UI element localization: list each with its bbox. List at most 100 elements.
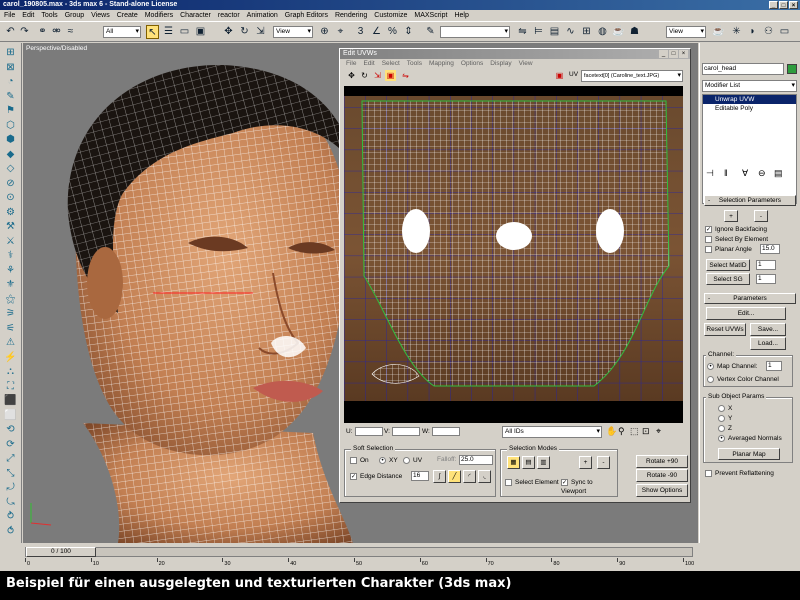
- menu-edit[interactable]: Edit: [22, 10, 34, 21]
- uvw-menu-mapping[interactable]: Mapping: [429, 59, 454, 69]
- left-tool-icon[interactable]: ⊞: [3, 46, 18, 60]
- unlink-icon[interactable]: ⚮: [50, 25, 63, 39]
- left-tool-icon[interactable]: ⚝: [3, 293, 18, 307]
- edge-distance-input[interactable]: 16: [411, 471, 429, 481]
- planar-map-button[interactable]: Planar Map: [718, 448, 780, 460]
- time-track[interactable]: [25, 547, 693, 557]
- ref-coord-dropdown[interactable]: View: [273, 26, 313, 38]
- vertex-color-channel-radio[interactable]: Vertex Color Channel: [707, 375, 779, 384]
- left-tool-icon[interactable]: ⊙: [3, 191, 18, 205]
- prevent-reflattening-checkbox[interactable]: Prevent Reflattening: [705, 469, 774, 478]
- left-tool-icon[interactable]: ⚠: [3, 336, 18, 350]
- uvw-menu-file[interactable]: File: [346, 59, 356, 69]
- percent-snap-icon[interactable]: %: [386, 25, 399, 39]
- pin-stack-icon[interactable]: ⊣: [706, 168, 714, 179]
- shrink-button[interactable]: -: [754, 210, 768, 222]
- xy-radio[interactable]: • XY: [379, 456, 398, 465]
- averaged-normals-radio[interactable]: • Averaged Normals: [718, 434, 782, 443]
- pivot-icon[interactable]: ⊕: [318, 25, 331, 39]
- viewport-label[interactable]: Perspective/Disabled: [26, 45, 87, 52]
- move-icon[interactable]: ✥: [222, 25, 235, 39]
- select-object-icon[interactable]: ↖: [146, 25, 159, 39]
- uvw-minimize-button[interactable]: _: [659, 50, 668, 58]
- uvw-scale-icon[interactable]: ⇲: [372, 70, 383, 81]
- configure-modifier-sets-icon[interactable]: ▤: [774, 168, 783, 179]
- map-channel-radio[interactable]: • Map Channel:: [707, 362, 757, 371]
- w-input[interactable]: [431, 427, 460, 436]
- axis-x-radio[interactable]: X: [718, 404, 732, 413]
- uvw-close-button[interactable]: ×: [679, 50, 688, 58]
- edge-distance-checkbox[interactable]: ✓ Edge Distance: [350, 472, 402, 481]
- left-tool-icon[interactable]: ⛶: [3, 380, 18, 394]
- rotate-icon[interactable]: ↻: [238, 25, 251, 39]
- select-by-element-checkbox[interactable]: Select By Element: [705, 235, 768, 244]
- left-tool-icon[interactable]: ⟲: [3, 423, 18, 437]
- left-tool-icon[interactable]: ⚕: [3, 249, 18, 263]
- grow-selection-button[interactable]: +: [579, 456, 592, 469]
- grow-button[interactable]: +: [724, 210, 738, 222]
- id-filter-dropdown[interactable]: All IDs: [502, 426, 602, 438]
- left-tool-icon[interactable]: ⬢: [3, 133, 18, 147]
- face-mode-button[interactable]: ▥: [537, 456, 550, 469]
- menu-create[interactable]: Create: [117, 10, 138, 21]
- edge-mode-button[interactable]: ▤: [522, 456, 535, 469]
- undo-icon[interactable]: ↶: [4, 25, 17, 39]
- uvw-menu-select[interactable]: Select: [382, 59, 400, 69]
- object-color-swatch[interactable]: [787, 64, 797, 74]
- rotate-plus-90-button[interactable]: Rotate +90: [636, 455, 688, 468]
- menu-file[interactable]: File: [4, 10, 15, 21]
- close-button[interactable]: ×: [789, 1, 798, 9]
- falloff-input[interactable]: 25.0: [459, 455, 493, 465]
- show-end-result-icon[interactable]: ‖: [724, 168, 728, 178]
- modifier-stack[interactable]: Unwrap UVW Editable Poly: [702, 94, 797, 204]
- left-tool-icon[interactable]: ⛬: [3, 365, 18, 379]
- left-tool-icon[interactable]: ⟳: [3, 438, 18, 452]
- left-tool-icon[interactable]: ⚜: [3, 278, 18, 292]
- left-tool-icon[interactable]: ⚘: [3, 264, 18, 278]
- object-name-input[interactable]: carol_head: [702, 63, 784, 75]
- left-tool-icon[interactable]: ⬡: [3, 119, 18, 133]
- uvw-mirror-icon[interactable]: ⇋: [400, 70, 411, 81]
- menu-help[interactable]: Help: [454, 10, 468, 21]
- left-tool-icon[interactable]: ⊘: [3, 177, 18, 191]
- mirror-icon[interactable]: ⇋: [516, 25, 529, 39]
- remove-modifier-icon[interactable]: ⊖: [758, 168, 766, 179]
- left-tool-icon[interactable]: ⬛: [3, 394, 18, 408]
- curve-editor-icon[interactable]: ∿: [564, 25, 577, 39]
- menu-group[interactable]: Group: [65, 10, 84, 21]
- make-unique-icon[interactable]: ∀: [742, 168, 748, 179]
- rect-selection-icon[interactable]: ▭: [178, 25, 191, 39]
- left-tool-icon[interactable]: ⚔: [3, 235, 18, 249]
- named-selection-icon[interactable]: ✎: [424, 25, 437, 39]
- select-by-name-icon[interactable]: ☰: [162, 25, 175, 39]
- uvw-rotate-icon[interactable]: ↻: [359, 70, 370, 81]
- pan-icon[interactable]: ✋: [606, 426, 617, 437]
- planar-angle-checkbox[interactable]: Planar Angle: [705, 245, 752, 254]
- ignore-backfacing-checkbox[interactable]: ✓ Ignore Backfacing: [705, 225, 767, 234]
- zoom-extents-icon[interactable]: ⊡: [642, 426, 650, 437]
- menu-reactor[interactable]: reactor: [218, 10, 240, 21]
- left-tool-icon[interactable]: ⚟: [3, 322, 18, 336]
- left-tool-icon[interactable]: ⥀: [3, 525, 18, 539]
- menu-rendering[interactable]: Rendering: [335, 10, 367, 21]
- uvw-checker-icon[interactable]: ▣: [554, 70, 565, 81]
- left-tool-icon[interactable]: ⚒: [3, 220, 18, 234]
- left-tool-icon[interactable]: ⚙: [3, 206, 18, 220]
- time-slider[interactable]: 0 / 100: [26, 547, 96, 557]
- u-input[interactable]: [354, 427, 383, 436]
- left-tool-icon[interactable]: ⊠: [3, 61, 18, 75]
- menu-views[interactable]: Views: [91, 10, 110, 21]
- render-scene-icon[interactable]: ☕: [612, 25, 625, 39]
- uv-canvas[interactable]: [344, 86, 683, 423]
- zoom-icon[interactable]: ⚲: [618, 426, 625, 437]
- uvw-menu-view[interactable]: View: [519, 59, 533, 69]
- snap-icon[interactable]: 3: [354, 25, 367, 39]
- left-tool-icon[interactable]: ⚞: [3, 307, 18, 321]
- load-button[interactable]: Load...: [750, 337, 786, 350]
- reset-uvws-button[interactable]: Reset UVWs: [704, 323, 746, 336]
- uvw-menu-display[interactable]: Display: [490, 59, 511, 69]
- shrink-selection-button[interactable]: -: [597, 456, 610, 469]
- modify-panel-icon[interactable]: ◗: [746, 25, 759, 39]
- left-tool-icon[interactable]: ✎: [3, 90, 18, 104]
- left-tool-icon[interactable]: ◆: [3, 148, 18, 162]
